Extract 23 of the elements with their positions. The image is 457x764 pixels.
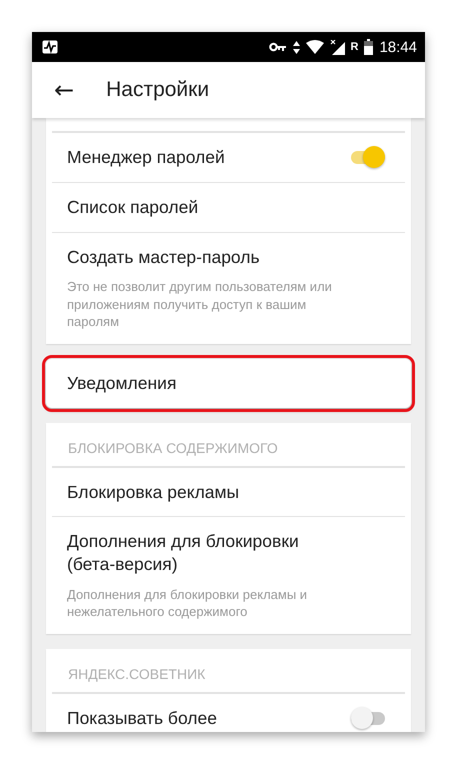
- battery-icon: [364, 39, 374, 55]
- setting-label[interactable]: Список паролей: [67, 196, 385, 218]
- setting-label[interactable]: Уведомления: [67, 372, 385, 395]
- section-header: ЯНДЕКС.СОВЕТНИК: [52, 648, 405, 693]
- setting-label[interactable]: Дополнения для блокировки (бета-версия): [67, 530, 329, 576]
- section-header: БЛОКИРОВКА СОДЕРЖИМОГО: [52, 422, 405, 467]
- back-button[interactable]: ←: [50, 76, 78, 104]
- network-mark: R: [350, 41, 358, 53]
- activity-icon: [42, 40, 58, 54]
- screen-title: Настройки: [106, 78, 210, 102]
- key-icon: [268, 42, 286, 52]
- setting-description: Дополнения для блокировки рекламы и нежелательного содержимого: [67, 586, 308, 621]
- toggle-switch[interactable]: [351, 146, 385, 168]
- setting-label[interactable]: Блокировка рекламы: [67, 480, 385, 504]
- wifi-icon: [306, 40, 324, 54]
- data-arrows-icon: [292, 40, 300, 54]
- clock-time: 18:44: [379, 38, 417, 56]
- setting-label[interactable]: Создать мастер-пароль: [67, 246, 329, 268]
- setting-description: Это не позволит другим пользователям или приложениям получить доступ к вашим паролям: [67, 278, 333, 331]
- toggle-switch[interactable]: [351, 707, 385, 730]
- signal-icon: [330, 40, 344, 54]
- setting-label[interactable]: Показывать более: [67, 706, 351, 730]
- setting-label[interactable]: Менеджер паролей: [67, 146, 351, 169]
